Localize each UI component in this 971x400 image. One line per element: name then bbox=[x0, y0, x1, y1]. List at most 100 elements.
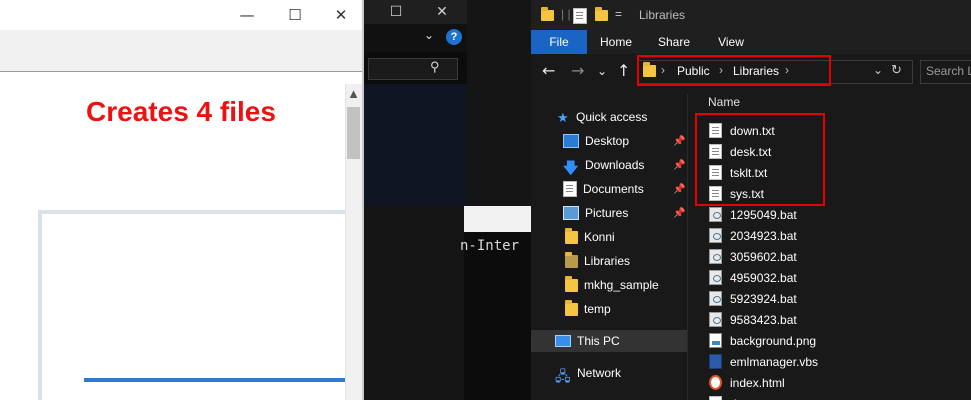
pin-icon[interactable]: 📌 bbox=[673, 160, 685, 171]
folder-icon bbox=[565, 227, 578, 244]
file-row[interactable]: 1295049.bat bbox=[709, 204, 797, 225]
batch-file-icon bbox=[709, 249, 722, 264]
batch-file-icon bbox=[709, 291, 722, 306]
nav-label: Libraries bbox=[584, 254, 631, 268]
file-name: emlmanager.vbs bbox=[730, 354, 819, 369]
recent-locations-button[interactable]: ⌄ bbox=[597, 64, 607, 78]
file-row[interactable]: 4959032.bat bbox=[709, 267, 797, 288]
documents-icon bbox=[563, 181, 577, 197]
file-row[interactable]: 9583423.bat bbox=[709, 309, 797, 330]
nav-temp[interactable]: temp bbox=[565, 297, 611, 321]
file-row[interactable]: emlmanager.vbs bbox=[709, 351, 818, 372]
frame-content bbox=[46, 218, 346, 400]
minimize-button[interactable]: — bbox=[224, 0, 270, 30]
tab-share[interactable]: Share bbox=[653, 30, 695, 54]
file-explorer-window: | | = Libraries File Home Share View ← →… bbox=[531, 0, 971, 400]
nav-label: Documents bbox=[583, 182, 644, 196]
pictures-icon bbox=[563, 206, 579, 220]
file-name: background.png bbox=[730, 333, 817, 348]
scroll-up-icon[interactable]: ▲ bbox=[345, 84, 362, 104]
file-name: 3059602.bat bbox=[730, 249, 797, 264]
toolbar-band bbox=[0, 30, 364, 72]
pane-divider[interactable] bbox=[687, 94, 688, 400]
folder-icon bbox=[565, 275, 578, 292]
folder-icon bbox=[565, 299, 578, 316]
nav-documents[interactable]: Documents bbox=[563, 177, 644, 201]
batch-file-icon bbox=[709, 270, 722, 285]
address-dropdown-icon[interactable]: ⌄ bbox=[873, 63, 883, 77]
batch-file-icon bbox=[709, 228, 722, 243]
terminal-band bbox=[464, 206, 531, 232]
file-name: 2034923.bat bbox=[730, 228, 797, 243]
network-icon: 🖧 bbox=[555, 368, 571, 384]
nav-label: This PC bbox=[577, 334, 620, 348]
help-icon[interactable]: ? bbox=[446, 29, 462, 45]
nav-label: Downloads bbox=[585, 158, 645, 172]
maximize-button[interactable]: ☐ bbox=[272, 0, 318, 30]
file-name: index.html bbox=[730, 375, 785, 390]
image-file-icon bbox=[709, 333, 722, 348]
back-button[interactable]: ← bbox=[542, 61, 555, 80]
pin-icon[interactable]: 📌 bbox=[673, 184, 685, 195]
nav-network[interactable]: 🖧 Network bbox=[555, 361, 621, 385]
terminal-window: ☐ ✕ ⌄ ? ⚲ n-Inter bbox=[364, 0, 531, 400]
nav-label: mkhg_sample bbox=[584, 278, 659, 292]
file-row[interactable]: 5923924.bat bbox=[709, 288, 797, 309]
navigation-pane: ★ Quick access Desktop 🡇 Downloads Docum… bbox=[531, 94, 689, 400]
search-box[interactable] bbox=[368, 58, 458, 80]
close-button[interactable]: ✕ bbox=[318, 0, 364, 30]
star-icon: ★ bbox=[557, 110, 569, 125]
text-file-icon bbox=[709, 396, 722, 400]
forward-button[interactable]: → bbox=[571, 61, 584, 80]
nav-downloads[interactable]: 🡇 Downloads bbox=[563, 153, 644, 177]
tab-file[interactable]: File bbox=[531, 30, 587, 54]
nav-pictures[interactable]: Pictures bbox=[563, 201, 628, 225]
blue-divider bbox=[84, 378, 346, 382]
column-header-name[interactable]: Name bbox=[708, 95, 740, 109]
new-folder-icon[interactable] bbox=[595, 7, 608, 21]
nav-label: Konni bbox=[584, 230, 615, 244]
nav-this-pc[interactable]: This PC bbox=[555, 329, 620, 353]
nav-quick-access[interactable]: ★ Quick access bbox=[557, 105, 647, 129]
file-row[interactable]: 2034923.bat bbox=[709, 225, 797, 246]
file-row[interactable]: d bbox=[709, 393, 737, 400]
qat-dropdown-icon[interactable]: = bbox=[615, 7, 622, 21]
page-heading: Creates 4 files bbox=[86, 96, 276, 127]
file-row[interactable]: 3059602.bat bbox=[709, 246, 797, 267]
nav-label: Pictures bbox=[585, 206, 629, 220]
close-button[interactable]: ✕ bbox=[422, 0, 462, 24]
properties-icon[interactable] bbox=[573, 8, 587, 24]
file-row[interactable]: index.html bbox=[709, 372, 785, 393]
background-strip bbox=[467, 0, 531, 210]
nav-label: temp bbox=[584, 302, 611, 316]
nav-label: Quick access bbox=[576, 110, 648, 124]
tab-home[interactable]: Home bbox=[595, 30, 637, 54]
refresh-icon[interactable]: ↻ bbox=[891, 62, 902, 78]
folder-icon[interactable] bbox=[541, 7, 554, 21]
nav-libraries[interactable]: Libraries bbox=[565, 249, 630, 273]
file-name: 9583423.bat bbox=[730, 312, 797, 327]
nav-mkhg-sample[interactable]: mkhg_sample bbox=[565, 273, 659, 297]
search-placeholder: Search L bbox=[926, 64, 971, 78]
nav-desktop[interactable]: Desktop bbox=[563, 129, 629, 153]
file-name: 4959032.bat bbox=[730, 270, 797, 285]
batch-file-icon bbox=[709, 312, 722, 327]
file-row[interactable]: background.png bbox=[709, 330, 816, 351]
batch-file-icon bbox=[709, 207, 722, 222]
search-icon[interactable]: ⚲ bbox=[430, 59, 440, 75]
nav-label: Network bbox=[577, 366, 622, 380]
tab-view[interactable]: View bbox=[711, 30, 751, 54]
window-title: Libraries bbox=[639, 8, 686, 22]
file-name: 1295049.bat bbox=[730, 207, 797, 222]
pin-icon[interactable]: 📌 bbox=[673, 208, 685, 219]
maximize-button[interactable]: ☐ bbox=[376, 0, 416, 24]
desktop-icon bbox=[563, 134, 579, 148]
pc-icon bbox=[555, 335, 571, 347]
pin-icon[interactable]: 📌 bbox=[673, 136, 685, 147]
document-window: — ☐ ✕ Creates 4 files ▲ bbox=[0, 0, 364, 400]
chevron-down-icon[interactable]: ⌄ bbox=[424, 28, 434, 42]
background-pane bbox=[364, 84, 467, 206]
nav-konni[interactable]: Konni bbox=[565, 225, 615, 249]
up-button[interactable]: ↑ bbox=[617, 61, 630, 80]
scrollbar-thumb[interactable] bbox=[347, 107, 360, 159]
